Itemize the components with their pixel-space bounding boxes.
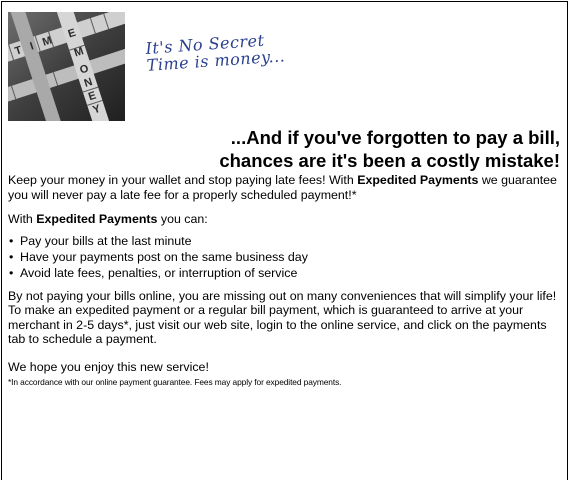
bullet-icon: • — [9, 249, 14, 264]
list-item-text: Have your payments post on the same busi… — [20, 249, 308, 264]
footnote: *In accordance with our online payment g… — [8, 377, 342, 387]
can-text: you can: — [157, 212, 208, 226]
intro-text: Keep your money in your wallet and stop … — [8, 173, 358, 187]
can-paragraph: With Expedited Payments you can: — [8, 212, 560, 227]
crossword-time-money-image: T I M E M O N E Y — [8, 12, 125, 121]
list-item: • Pay your bills at the last minute — [8, 233, 560, 249]
list-item-text: Avoid late fees, penalties, or interrupt… — [20, 265, 298, 280]
headline: ...And if you've forgotten to pay a bill… — [122, 126, 560, 172]
closing-line: We hope you enjoy this new service! — [8, 359, 209, 374]
intro-paragraph: Keep your money in your wallet and stop … — [8, 173, 560, 202]
benefits-list: • Pay your bills at the last minute • Have… — [8, 233, 560, 281]
headline-line-1: ...And if you've forgotten to pay a bill… — [230, 127, 560, 148]
can-text: With — [8, 212, 37, 226]
bullet-icon: • — [9, 265, 14, 280]
list-item: • Have your payments post on the same bus… — [8, 249, 560, 265]
list-item: • Avoid late fees, penalties, or interrup… — [8, 265, 560, 281]
message-body: Keep your money in your wallet and stop … — [8, 173, 560, 388]
brand-name: Expedited Payments — [36, 212, 158, 226]
headline-line-2: chances are it's been a costly mistake! — [219, 150, 560, 171]
convenience-paragraph: By not paying your bills online, you are… — [8, 288, 557, 347]
list-item-text: Pay your bills at the last minute — [20, 233, 192, 248]
email-body: T I M E M O N E Y It's No Secret Time is… — [1, 1, 568, 480]
bullet-icon: • — [9, 233, 14, 248]
tagline: It's No Secret Time is money... — [145, 30, 286, 75]
brand-name: Expedited Payments — [357, 173, 479, 187]
